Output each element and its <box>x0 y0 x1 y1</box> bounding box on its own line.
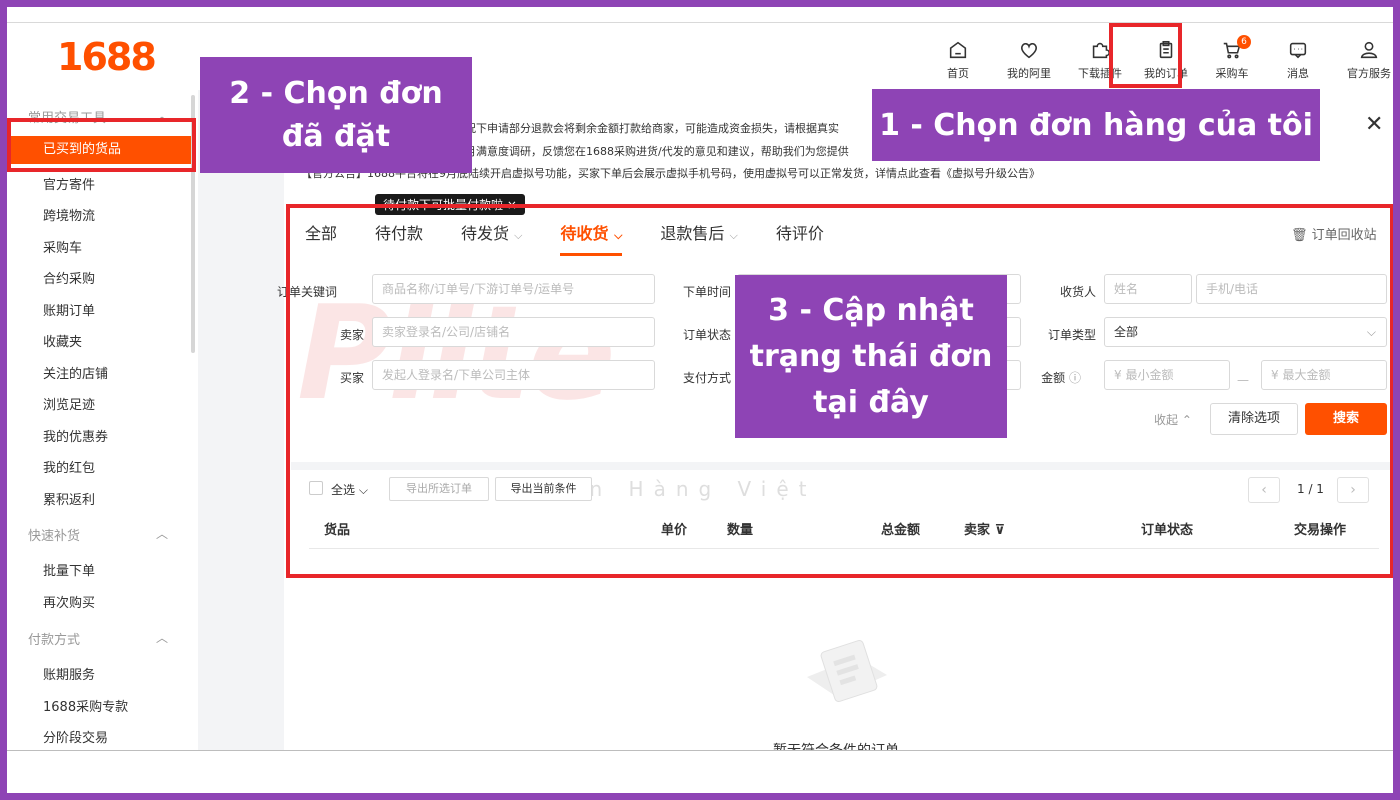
sidebar-item-reorder[interactable]: 再次购买 <box>43 592 95 611</box>
sidebar-item-credit-orders[interactable]: 账期订单 <box>43 300 95 319</box>
nav-cart-label: 采购车 <box>1215 67 1249 80</box>
cart-badge: 6 <box>1237 35 1251 49</box>
sidebar-item-shipping[interactable]: 官方寄件 <box>43 174 95 193</box>
nav-messages-label: 消息 <box>1287 67 1309 80</box>
sidebar-item-red-packets[interactable]: 我的红包 <box>43 457 95 476</box>
chevron-up-icon: ︿ <box>155 631 168 645</box>
puzzle-icon <box>1092 42 1110 59</box>
sidebar-item-purchase-fund[interactable]: 1688采购专款 <box>43 696 128 715</box>
highlight-purchased <box>7 118 196 172</box>
browser-page: 1688 首页 我的阿里 下载插件 我的订单 6 采购车 消息 官方服务 常用交… <box>7 7 1393 793</box>
sidebar-item-credit-service[interactable]: 账期服务 <box>43 664 95 683</box>
sidebar-section-restock[interactable]: 快速补货 ︿ <box>28 525 168 544</box>
notice-refund: 况下申请部分退款会将剩余金额打款给商家，可能造成资金损失，请根据真实 <box>465 122 839 135</box>
bottom-divider <box>7 750 1393 751</box>
nav-my-ali[interactable]: 我的阿里 <box>991 35 1067 85</box>
callout-step2: 2 - Chọn đơn đã đặt <box>200 57 472 173</box>
notice-survey[interactable]: 月满意度调研，反馈您在1688采购进货/代发的意见和建议，帮助我们为您提供 <box>465 143 849 159</box>
nav-home[interactable]: 首页 <box>925 35 991 85</box>
sidebar-item-rebates[interactable]: 累积返利 <box>43 489 95 508</box>
chevron-up-icon: ︿ <box>155 527 168 541</box>
user-icon <box>1360 41 1378 59</box>
callout-step1: 1 - Chọn đơn hàng của tôi <box>872 89 1320 161</box>
sidebar-section-payment[interactable]: 付款方式 ︿ <box>28 629 168 648</box>
nav-official-service[interactable]: 官方服务 <box>1331 35 1393 85</box>
sidebar-item-coupons[interactable]: 我的优惠券 <box>43 426 108 445</box>
nav-my-ali-label: 我的阿里 <box>1007 67 1051 80</box>
content-gutter <box>198 90 284 750</box>
site-logo[interactable]: 1688 <box>57 35 157 79</box>
nav-messages[interactable]: 消息 <box>1265 35 1331 85</box>
sidebar-item-contract[interactable]: 合约采购 <box>43 268 95 287</box>
highlight-my-orders <box>1109 23 1182 88</box>
heart-icon <box>1021 42 1037 59</box>
close-icon[interactable]: ✕ <box>1365 112 1383 137</box>
sidebar-item-favorites[interactable]: 收藏夹 <box>43 331 82 350</box>
top-divider <box>7 22 1393 23</box>
nav-official-service-label: 官方服务 <box>1347 67 1391 80</box>
nav-home-label: 首页 <box>947 67 969 80</box>
sidebar-item-cart[interactable]: 采购车 <box>43 237 82 256</box>
sidebar-item-history[interactable]: 浏览足迹 <box>43 394 95 413</box>
empty-orders-illustration <box>807 640 887 702</box>
sidebar-item-bulk-order[interactable]: 批量下单 <box>43 560 95 579</box>
home-icon <box>949 41 967 59</box>
nav-cart[interactable]: 6 采购车 <box>1199 35 1265 85</box>
callout-step3: 3 - Cập nhật trạng thái đơn tại đây <box>735 275 1007 438</box>
sidebar-item-followed-shops[interactable]: 关注的店铺 <box>43 363 108 382</box>
message-icon <box>1289 42 1307 59</box>
sidebar-item-cross-border[interactable]: 跨境物流 <box>43 205 95 224</box>
sidebar-item-staged-trade[interactable]: 分阶段交易 <box>43 727 108 746</box>
sidebar: 常用交易工具 ︿ 已买到的货品 官方寄件 跨境物流 采购车 合约采购 账期订单 收… <box>7 90 198 750</box>
empty-orders-text: 暂无符合条件的订单 <box>773 740 899 750</box>
